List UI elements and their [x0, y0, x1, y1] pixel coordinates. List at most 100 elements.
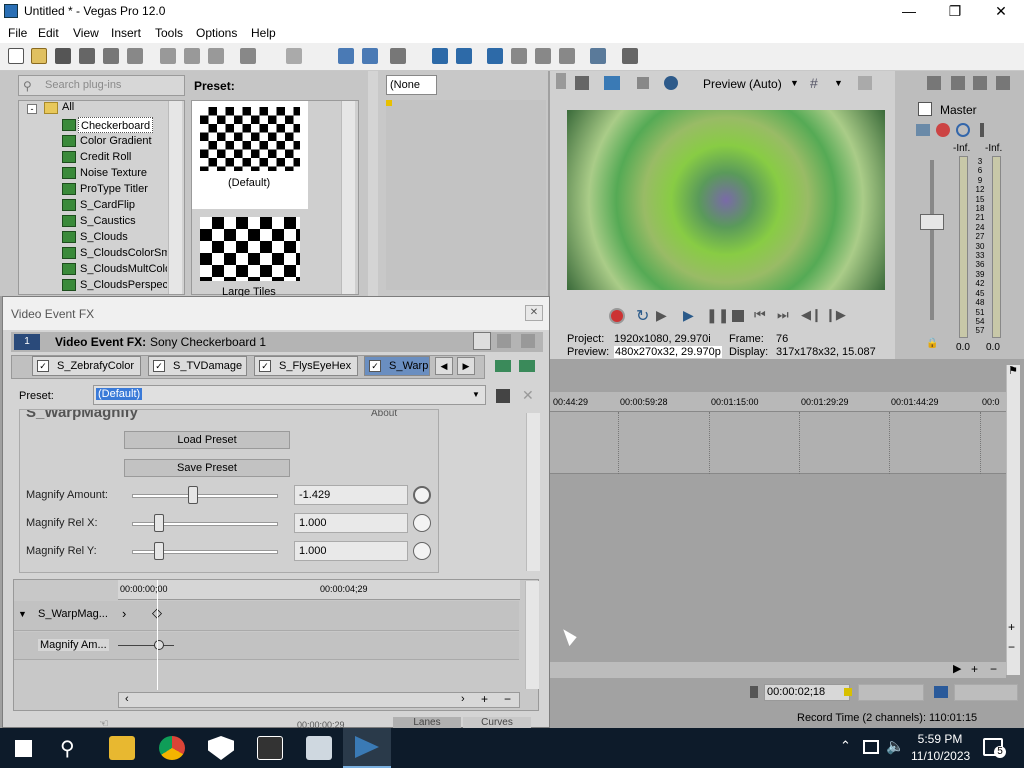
- plugin-item[interactable]: S_CloudsColorSmo: [80, 245, 167, 261]
- envelope-tool-icon[interactable]: [362, 48, 378, 64]
- view-list-icon[interactable]: [473, 332, 491, 350]
- bus-fx-icon[interactable]: [936, 123, 950, 137]
- menu-tools[interactable]: Tools: [155, 26, 183, 40]
- notifications-icon[interactable]: 5: [983, 738, 1006, 758]
- fx-tab[interactable]: ✓ S_FlysEyeHex: [254, 356, 358, 376]
- fx-enable-checkbox[interactable]: ✓: [369, 360, 381, 372]
- track-select-dropdown[interactable]: (None: [386, 75, 437, 95]
- keyframe-vertical-scrollbar[interactable]: [525, 581, 539, 689]
- save-preset-icon[interactable]: [496, 389, 510, 403]
- preset-default[interactable]: (Default): [192, 101, 308, 209]
- presets-scrollbar[interactable]: [341, 101, 355, 294]
- preset-large-tiles[interactable]: Large Tiles: [192, 213, 308, 298]
- paste-icon[interactable]: [208, 48, 224, 64]
- minimize-button[interactable]: —: [886, 0, 932, 23]
- animate-icon[interactable]: [413, 486, 431, 504]
- zoom-out-icon[interactable]: −: [1008, 640, 1015, 654]
- volume-icon[interactable]: 🔈: [886, 737, 905, 755]
- close-button[interactable]: ✕: [978, 0, 1024, 23]
- redo-icon[interactable]: [286, 48, 302, 64]
- whats-this-icon[interactable]: [622, 48, 638, 64]
- plugin-item[interactable]: S_CardFlip: [80, 197, 135, 213]
- search-icon[interactable]: ⚲: [60, 736, 75, 761]
- fx-tab[interactable]: ✓ S_TVDamage: [148, 356, 247, 376]
- view-details-icon[interactable]: [497, 334, 511, 348]
- scroll-right-icon[interactable]: ▶: [953, 662, 961, 675]
- maximize-button[interactable]: ❐: [932, 0, 978, 23]
- clock-time[interactable]: 5:59 PM: [917, 732, 963, 746]
- scroll-left-icon[interactable]: ‹: [125, 693, 129, 705]
- save-preset-button[interactable]: Save Preset: [124, 459, 290, 477]
- fx-parameters-scrollbar[interactable]: [526, 413, 540, 571]
- clock-date[interactable]: 11/10/2023: [911, 749, 970, 763]
- fx-enable-checkbox[interactable]: ✓: [259, 360, 271, 372]
- external-monitor-icon[interactable]: [604, 76, 620, 90]
- plugin-item[interactable]: S_CloudsPerspect: [80, 277, 167, 293]
- menu-help[interactable]: Help: [251, 26, 276, 40]
- previous-frame-icon[interactable]: ◀❙: [801, 307, 822, 323]
- grid-icon[interactable]: #: [810, 75, 818, 91]
- panel-splitter[interactable]: [368, 71, 378, 296]
- undo-icon[interactable]: [240, 48, 256, 64]
- downmix-icon[interactable]: [927, 76, 941, 90]
- help-icon[interactable]: [590, 48, 606, 64]
- normal-edit-tool-icon[interactable]: [338, 48, 354, 64]
- split-screen-icon[interactable]: [637, 77, 649, 89]
- magnify-rel-y-field[interactable]: 1.000: [294, 541, 408, 561]
- animate-icon[interactable]: [413, 514, 431, 532]
- save-as-icon[interactable]: [79, 48, 95, 64]
- master-fader-thumb[interactable]: [920, 214, 944, 230]
- plugin-chooser-icon[interactable]: [519, 360, 535, 372]
- mute-icon[interactable]: [956, 123, 970, 137]
- tab-scroll-left-icon[interactable]: ◀: [435, 357, 453, 375]
- magnify-amount-field[interactable]: -1.429: [294, 485, 408, 505]
- fx-enable-checkbox[interactable]: ✓: [37, 360, 49, 372]
- keyframe-marker-icon[interactable]: ›: [122, 606, 126, 621]
- next-frame-icon[interactable]: ❙▶: [825, 307, 846, 323]
- app-icon[interactable]: [306, 736, 332, 760]
- properties-icon[interactable]: [127, 48, 143, 64]
- selection-start-display[interactable]: [858, 684, 924, 701]
- plugin-tree-scrollbar[interactable]: [168, 101, 182, 294]
- magnify-rel-y-thumb[interactable]: [154, 542, 164, 560]
- open-icon[interactable]: [31, 48, 47, 64]
- zoom-tool-icon[interactable]: [559, 48, 575, 64]
- auto-ripple-icon[interactable]: [432, 48, 448, 64]
- save-icon[interactable]: [55, 48, 71, 64]
- magnify-rel-x-thumb[interactable]: [154, 514, 164, 532]
- fx-chain-icon[interactable]: 1: [14, 334, 40, 350]
- bus-options-icon[interactable]: [996, 76, 1010, 90]
- timeline-horizontal-scrollbar[interactable]: [550, 662, 1006, 678]
- plugin-item[interactable]: S_Caustics: [80, 213, 136, 229]
- plugin-item[interactable]: S_Clouds: [80, 229, 128, 245]
- security-shield-icon[interactable]: [208, 736, 234, 760]
- go-to-end-icon[interactable]: ⏭: [777, 307, 789, 323]
- play-from-start-icon[interactable]: ▶: [656, 307, 667, 324]
- plugin-search-box[interactable]: ⚲ Search plug-ins: [18, 75, 185, 96]
- plugin-item[interactable]: Credit Roll: [80, 149, 131, 165]
- plugin-item[interactable]: S_CloudsMultColo: [80, 261, 167, 277]
- menu-options[interactable]: Options: [196, 26, 237, 40]
- about-button[interactable]: About: [371, 410, 397, 419]
- network-icon[interactable]: [863, 740, 879, 754]
- insert-fx-icon[interactable]: [916, 124, 930, 136]
- lock-envelopes-icon[interactable]: [456, 48, 472, 64]
- envelope-point-icon[interactable]: [154, 640, 164, 650]
- magnify-rel-x-field[interactable]: 1.000: [294, 513, 408, 533]
- magnify-amount-thumb[interactable]: [188, 486, 198, 504]
- fx-enable-checkbox[interactable]: ✓: [153, 360, 165, 372]
- delete-preset-icon[interactable]: ✕: [522, 387, 534, 404]
- loop-playback-icon[interactable]: ↻: [636, 306, 649, 326]
- auto-crossfade-icon[interactable]: [511, 48, 527, 64]
- chrome-icon[interactable]: [159, 736, 185, 760]
- fx-preset-dropdown[interactable]: (Default) ▼: [93, 385, 486, 405]
- copy-snapshot-icon[interactable]: [858, 76, 872, 90]
- plugin-item-checkerboard[interactable]: Checkerboard: [78, 117, 154, 133]
- master-fader-track[interactable]: [930, 160, 934, 320]
- menu-insert[interactable]: Insert: [111, 26, 141, 40]
- animate-icon[interactable]: [413, 542, 431, 560]
- mixer-icon[interactable]: [973, 76, 987, 90]
- menu-view[interactable]: View: [73, 26, 99, 40]
- load-preset-button[interactable]: Load Preset: [124, 431, 290, 449]
- fx-tab[interactable]: ✓ S_ZebrafyColor: [32, 356, 141, 376]
